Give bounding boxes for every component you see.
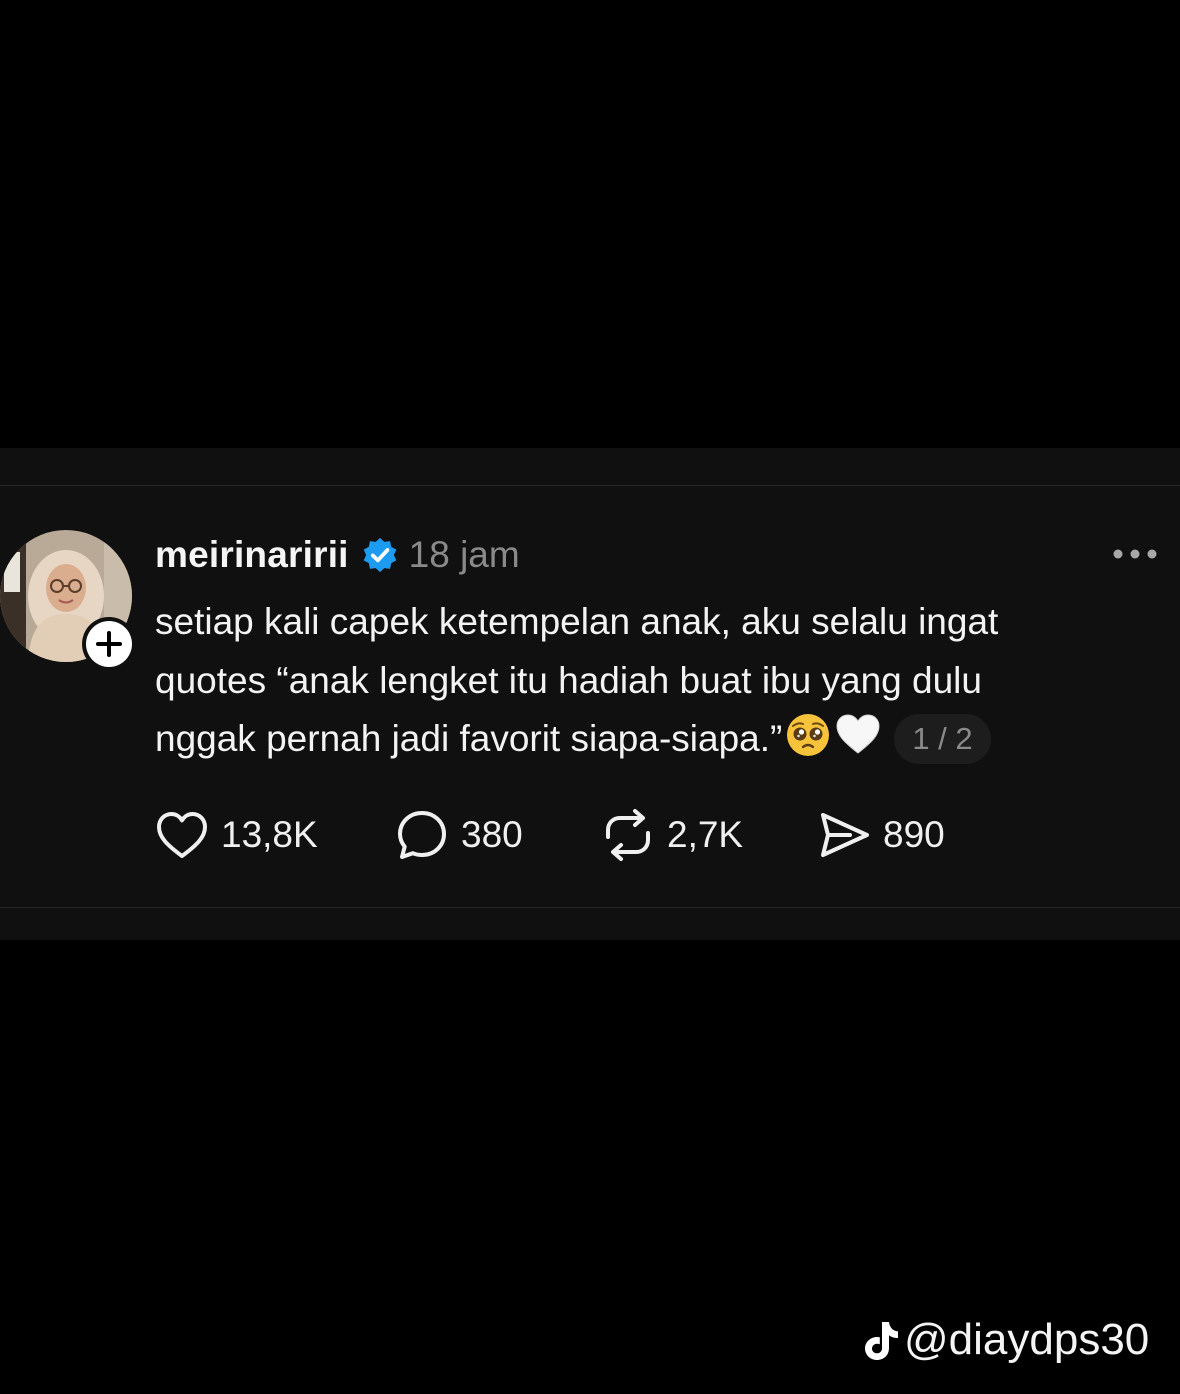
post-divider-top [0, 485, 1180, 486]
reply-button[interactable]: 380 [395, 805, 523, 865]
carousel-page-indicator: 1 / 2 [894, 714, 991, 764]
post-actions: 13,8K 380 2,7K 890 [155, 805, 1055, 865]
white-heart-icon [836, 714, 880, 754]
post-header: meirinaririi 18 jam [155, 530, 520, 580]
username[interactable]: meirinaririi [155, 534, 349, 576]
share-button[interactable]: 890 [817, 805, 945, 865]
reply-count: 380 [461, 814, 523, 855]
tiktok-watermark: @diaydps30 [862, 1310, 1149, 1370]
verified-badge-icon [363, 537, 396, 573]
share-count: 890 [883, 814, 945, 855]
watermark-handle: @diaydps30 [904, 1315, 1150, 1364]
post-body: setiap kali capek ketempelan anak, aku s… [155, 593, 1155, 769]
pleading-face-icon [787, 714, 830, 756]
plus-icon [96, 631, 122, 657]
like-count: 13,8K [221, 814, 318, 855]
more-options-icon[interactable] [1112, 546, 1158, 562]
repost-button[interactable]: 2,7K [601, 805, 743, 865]
share-send-icon [821, 813, 869, 857]
like-button[interactable]: 13,8K [155, 805, 318, 865]
post-divider-bottom [0, 907, 1180, 908]
repost-count: 2,7K [667, 814, 744, 855]
repost-icon [606, 809, 650, 861]
heart-icon [157, 812, 207, 858]
follow-button[interactable] [82, 617, 136, 671]
tiktok-logo-icon [865, 1322, 898, 1360]
post-timestamp: 18 jam [408, 534, 520, 575]
comment-icon [398, 811, 446, 859]
